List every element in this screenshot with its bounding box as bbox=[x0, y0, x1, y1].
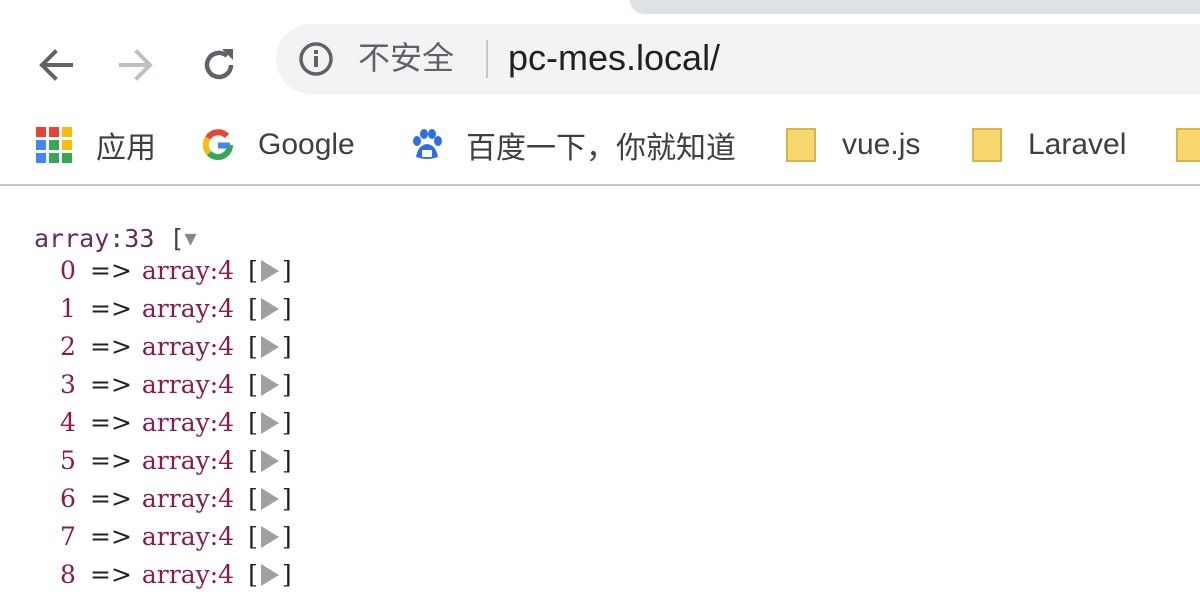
dump-row-type: array:4 bbox=[141, 446, 235, 475]
dump-row-index: 4 bbox=[60, 408, 76, 437]
arrow-right-icon bbox=[119, 49, 153, 81]
expand-caret-icon[interactable] bbox=[260, 526, 279, 548]
dump-array-type: array:33 bbox=[34, 224, 155, 253]
folder-icon bbox=[972, 128, 1002, 162]
expand-caret-icon[interactable] bbox=[260, 336, 279, 358]
info-icon[interactable] bbox=[298, 41, 334, 77]
dump-row-bracket: [] bbox=[248, 560, 292, 589]
dump-row[interactable]: 0 => array:4 [] bbox=[60, 256, 292, 292]
expand-caret-icon[interactable] bbox=[260, 260, 279, 282]
reload-icon bbox=[204, 49, 234, 80]
bookmark-apps[interactable]: 应用 bbox=[36, 122, 156, 168]
arrow-left-icon bbox=[39, 49, 73, 81]
dump-row[interactable]: 5 => array:4 [] bbox=[60, 446, 292, 482]
dump-row[interactable]: 7 => array:4 [] bbox=[60, 522, 292, 558]
dump-row-type: array:4 bbox=[141, 332, 235, 361]
caret-down-icon[interactable]: ▼ bbox=[185, 226, 197, 250]
address-separator bbox=[486, 40, 488, 78]
bookmark-label: 百度一下，你就知道 bbox=[466, 132, 736, 165]
dump-output: array:33 [▼ 0 => array:4 [] 1 => array:4 [] 2 =… bbox=[0, 186, 1200, 589]
bookmark-baidu[interactable]: 百度一下，你就知道 bbox=[408, 122, 736, 168]
dump-row[interactable]: 3 => array:4 [] bbox=[60, 370, 292, 406]
dump-row-arrow: => bbox=[90, 522, 132, 551]
dump-row[interactable]: 2 => array:4 [] bbox=[60, 332, 292, 368]
tab-strip bbox=[0, 0, 1200, 16]
back-button[interactable] bbox=[32, 42, 78, 88]
dump-row-index: 8 bbox=[60, 560, 76, 589]
dump-row-arrow: => bbox=[90, 560, 132, 589]
dump-row-type: array:4 bbox=[141, 560, 235, 589]
bookmark-label: Google bbox=[258, 128, 355, 161]
apps-grid-icon bbox=[36, 127, 72, 163]
dump-row[interactable]: 4 => array:4 [] bbox=[60, 408, 292, 444]
url-text[interactable]: pc-mes.local/ bbox=[508, 36, 720, 80]
dump-row-index: 6 bbox=[60, 484, 76, 513]
dump-row-index: 2 bbox=[60, 332, 76, 361]
browser-toolbar: 不安全 pc-mes.local/ bbox=[0, 16, 1200, 108]
dump-row-bracket: [] bbox=[248, 332, 292, 361]
bookmark-label: 应用 bbox=[96, 132, 156, 165]
dump-row-index: 5 bbox=[60, 446, 76, 475]
dump-row-arrow: => bbox=[90, 446, 132, 475]
dump-row[interactable]: 6 => array:4 [] bbox=[60, 484, 292, 520]
dump-row-type: array:4 bbox=[141, 408, 235, 437]
forward-button[interactable] bbox=[114, 42, 160, 88]
security-label[interactable]: 不安全 bbox=[358, 38, 454, 78]
expand-caret-icon[interactable] bbox=[260, 374, 279, 396]
google-icon bbox=[202, 129, 234, 161]
dump-row-arrow: => bbox=[90, 408, 132, 437]
dump-row-type: array:4 bbox=[141, 294, 235, 323]
expand-caret-icon[interactable] bbox=[260, 564, 279, 586]
bookmarks-bar: 应用 Google 百度一下，你就知道 vue.js Laravel bbox=[0, 108, 1200, 186]
dump-row-type: array:4 bbox=[141, 484, 235, 513]
dump-open-bracket: [ bbox=[169, 224, 185, 253]
bookmark-label: vue.js bbox=[842, 128, 921, 161]
dump-row-bracket: [] bbox=[248, 408, 292, 437]
dump-row-bracket: [] bbox=[248, 294, 292, 323]
dump-row-index: 0 bbox=[60, 256, 76, 285]
expand-caret-icon[interactable] bbox=[260, 412, 279, 434]
dump-row-arrow: => bbox=[90, 294, 132, 323]
bookmark-label: Laravel bbox=[1028, 128, 1127, 161]
dump-row-bracket: [] bbox=[248, 522, 292, 551]
dump-row[interactable]: 8 => array:4 [] bbox=[60, 560, 292, 596]
dump-row-index: 7 bbox=[60, 522, 76, 551]
folder-icon bbox=[1176, 128, 1200, 162]
dump-row-type: array:4 bbox=[141, 256, 235, 285]
dump-row-bracket: [] bbox=[248, 484, 292, 513]
folder-icon bbox=[786, 128, 816, 162]
expand-caret-icon[interactable] bbox=[260, 488, 279, 510]
tab-background bbox=[630, 0, 1200, 14]
address-bar[interactable]: 不安全 pc-mes.local/ bbox=[276, 24, 1200, 94]
expand-caret-icon[interactable] bbox=[260, 298, 279, 320]
dump-row-bracket: [] bbox=[248, 256, 292, 285]
reload-button[interactable] bbox=[196, 42, 242, 88]
dump-row-bracket: [] bbox=[248, 370, 292, 399]
dump-row-arrow: => bbox=[90, 370, 132, 399]
dump-row-arrow: => bbox=[90, 256, 132, 285]
dump-row[interactable]: 1 => array:4 [] bbox=[60, 294, 292, 330]
dump-row-arrow: => bbox=[90, 484, 132, 513]
baidu-paw-icon bbox=[413, 129, 442, 159]
dump-row-bracket: [] bbox=[248, 446, 292, 475]
expand-caret-icon[interactable] bbox=[260, 450, 279, 472]
bookmark-google[interactable]: Google bbox=[200, 122, 355, 168]
bookmark-folder-laravel[interactable]: Laravel bbox=[972, 122, 1126, 168]
bookmark-folder-partial[interactable] bbox=[1176, 122, 1200, 168]
dump-row-index: 1 bbox=[60, 294, 76, 323]
dump-row-arrow: => bbox=[90, 332, 132, 361]
dump-row-index: 3 bbox=[60, 370, 76, 399]
dump-row-type: array:4 bbox=[141, 370, 235, 399]
bookmark-folder-vuejs[interactable]: vue.js bbox=[786, 122, 920, 168]
dump-header[interactable]: array:33 [▼ bbox=[34, 224, 197, 253]
dump-row-type: array:4 bbox=[141, 522, 235, 551]
